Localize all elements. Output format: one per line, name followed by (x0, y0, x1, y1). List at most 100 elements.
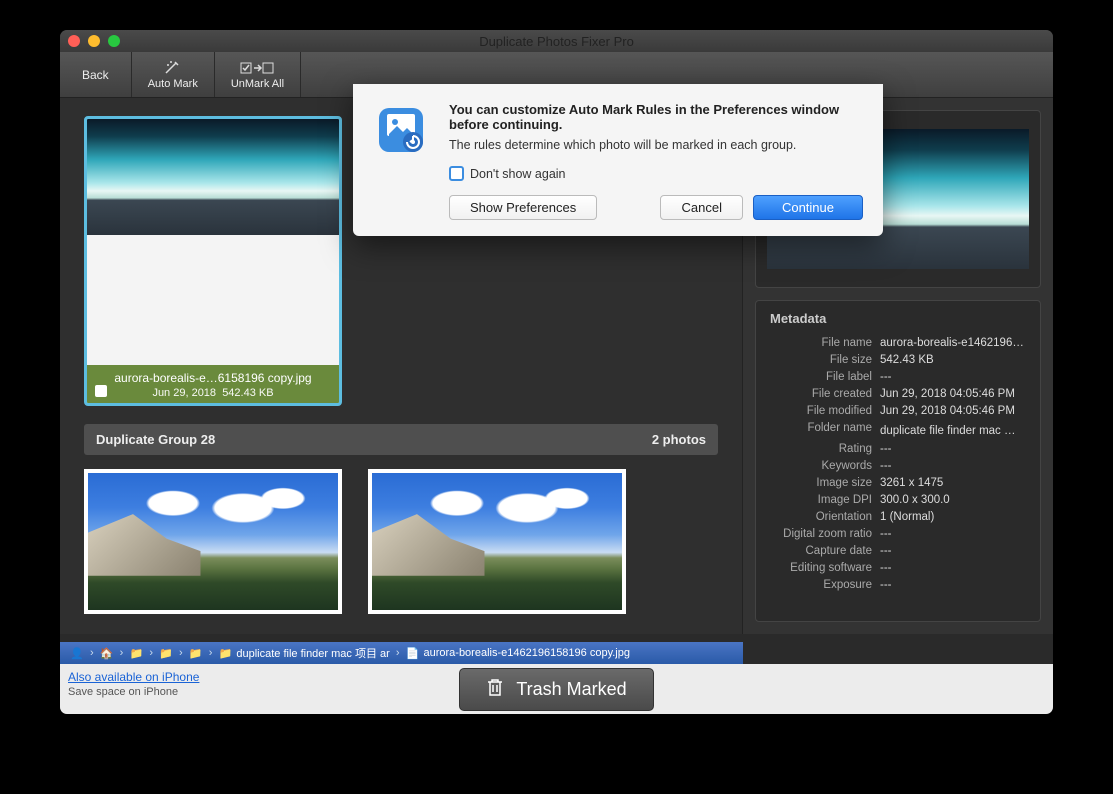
minimize-icon[interactable] (88, 35, 100, 47)
thumbnail-filename: aurora-borealis-e…6158196 copy.jpg (93, 371, 333, 385)
trash-marked-button[interactable]: Trash Marked (459, 668, 653, 711)
metadata-row: File createdJun 29, 2018 04:05:46 PM (770, 385, 1026, 402)
app-icon (373, 102, 433, 162)
metadata-value: --- (880, 579, 1026, 591)
metadata-row: Keywords--- (770, 457, 1026, 474)
titlebar: Duplicate Photos Fixer Pro (60, 30, 1053, 52)
dialog-title: You can customize Auto Mark Rules in the… (449, 102, 863, 132)
metadata-row: File nameaurora-borealis-e14621961… (770, 334, 1026, 351)
metadata-label: File size (770, 354, 880, 366)
user-icon: 👤 (70, 646, 84, 660)
iphone-subtext: Save space on iPhone (68, 686, 178, 698)
metadata-row: Folder nameduplicate file finder mac 项… (770, 419, 1026, 440)
metadata-heading: Metadata (770, 311, 1026, 326)
auto-mark-button[interactable]: Auto Mark (132, 52, 215, 97)
cancel-button[interactable]: Cancel (660, 195, 742, 220)
iphone-link[interactable]: Also available on iPhone (68, 670, 199, 684)
dont-show-checkbox[interactable] (449, 166, 464, 181)
thumbnail-padding (87, 235, 339, 365)
selected-photo-card[interactable]: aurora-borealis-e…6158196 copy.jpg Jun 2… (84, 116, 342, 406)
metadata-label: Exposure (770, 579, 880, 591)
photo-thumbnail[interactable] (84, 469, 342, 614)
metadata-value: Jun 29, 2018 04:05:46 PM (880, 405, 1026, 417)
app-window: Duplicate Photos Fixer Pro Back Auto Mar… (60, 30, 1053, 714)
metadata-value: duplicate file finder mac 项… (880, 422, 1026, 438)
metadata-row: Image DPI300.0 x 300.0 (770, 491, 1026, 508)
path-file[interactable]: 📄aurora-borealis-e1462196158196 copy.jpg (401, 646, 634, 660)
path-root[interactable]: 👤 (66, 646, 88, 660)
metadata-label: Folder name (770, 422, 880, 438)
metadata-label: Image DPI (770, 494, 880, 506)
photo-thumbnail (87, 119, 339, 235)
unmark-all-label: UnMark All (231, 78, 284, 90)
footer-promo: Also available on iPhone Save space on i… (68, 670, 199, 698)
dont-show-label: Don't show again (470, 167, 566, 181)
metadata-value: --- (880, 545, 1026, 557)
metadata-label: Orientation (770, 511, 880, 523)
chevron-right-icon: › (394, 647, 402, 659)
metadata-label: File name (770, 337, 880, 349)
metadata-value: 542.43 KB (880, 354, 1026, 366)
metadata-value: --- (880, 562, 1026, 574)
metadata-row: File label--- (770, 368, 1026, 385)
folder-icon: 📁 (129, 646, 143, 660)
metadata-label: File modified (770, 405, 880, 417)
photo-thumbnail[interactable] (368, 469, 626, 614)
metadata-label: Digital zoom ratio (770, 528, 880, 540)
maximize-icon[interactable] (108, 35, 120, 47)
dont-show-row[interactable]: Don't show again (449, 166, 863, 181)
folder-icon: 📁 (189, 646, 203, 660)
metadata-label: Keywords (770, 460, 880, 472)
home-icon: 🏠 (100, 646, 114, 660)
metadata-row: Exposure--- (770, 576, 1026, 593)
metadata-label: File created (770, 388, 880, 400)
metadata-label: Editing software (770, 562, 880, 574)
metadata-row: Rating--- (770, 440, 1026, 457)
trash-label: Trash Marked (516, 679, 626, 700)
back-label: Back (82, 68, 109, 82)
metadata-row: Editing software--- (770, 559, 1026, 576)
path-segment[interactable]: 📁 (185, 646, 207, 660)
file-icon: 📄 (405, 646, 419, 660)
unmark-icon (240, 60, 274, 76)
metadata-value: 3261 x 1475 (880, 477, 1026, 489)
chevron-right-icon: › (118, 647, 126, 659)
metadata-value: --- (880, 371, 1026, 383)
group-header[interactable]: Duplicate Group 28 2 photos (84, 424, 718, 455)
metadata-label: Capture date (770, 545, 880, 557)
metadata-row: File modifiedJun 29, 2018 04:05:46 PM (770, 402, 1026, 419)
auto-mark-label: Auto Mark (148, 78, 198, 90)
chevron-right-icon: › (207, 647, 215, 659)
window-title: Duplicate Photos Fixer Pro (60, 34, 1053, 49)
close-icon[interactable] (68, 35, 80, 47)
trash-icon (486, 677, 504, 702)
metadata-value: --- (880, 460, 1026, 472)
path-segment[interactable]: 📁 (155, 646, 177, 660)
metadata-label: Image size (770, 477, 880, 489)
path-bar[interactable]: 👤 › 🏠 › 📁 › 📁 › 📁 › 📁duplicate file find… (60, 642, 743, 664)
metadata-row: File size542.43 KB (770, 351, 1026, 368)
metadata-row: Image size3261 x 1475 (770, 474, 1026, 491)
path-home[interactable]: 🏠 (96, 646, 118, 660)
metadata-panel: Metadata File nameaurora-borealis-e14621… (755, 300, 1041, 622)
chevron-right-icon: › (147, 647, 155, 659)
continue-button[interactable]: Continue (753, 195, 863, 220)
thumbnail-meta: Jun 29, 2018 542.43 KB (93, 387, 333, 399)
metadata-value: Jun 29, 2018 04:05:46 PM (880, 388, 1026, 400)
unmark-all-button[interactable]: UnMark All (215, 52, 301, 97)
metadata-row: Digital zoom ratio--- (770, 525, 1026, 542)
thumbnail-footer: aurora-borealis-e…6158196 copy.jpg Jun 2… (87, 365, 339, 403)
folder-icon: 📁 (218, 646, 232, 660)
metadata-value: --- (880, 528, 1026, 540)
back-button[interactable]: Back (60, 52, 132, 97)
metadata-value: 300.0 x 300.0 (880, 494, 1026, 506)
group-row (84, 469, 718, 614)
path-segment[interactable]: 📁 (125, 646, 147, 660)
metadata-value: --- (880, 443, 1026, 455)
wand-icon (164, 60, 182, 76)
metadata-value: 1 (Normal) (880, 511, 1026, 523)
group-count: 2 photos (652, 432, 706, 447)
metadata-value: aurora-borealis-e14621961… (880, 337, 1026, 349)
path-folder[interactable]: 📁duplicate file finder mac 项目 ar (214, 645, 393, 661)
show-preferences-button[interactable]: Show Preferences (449, 195, 597, 220)
